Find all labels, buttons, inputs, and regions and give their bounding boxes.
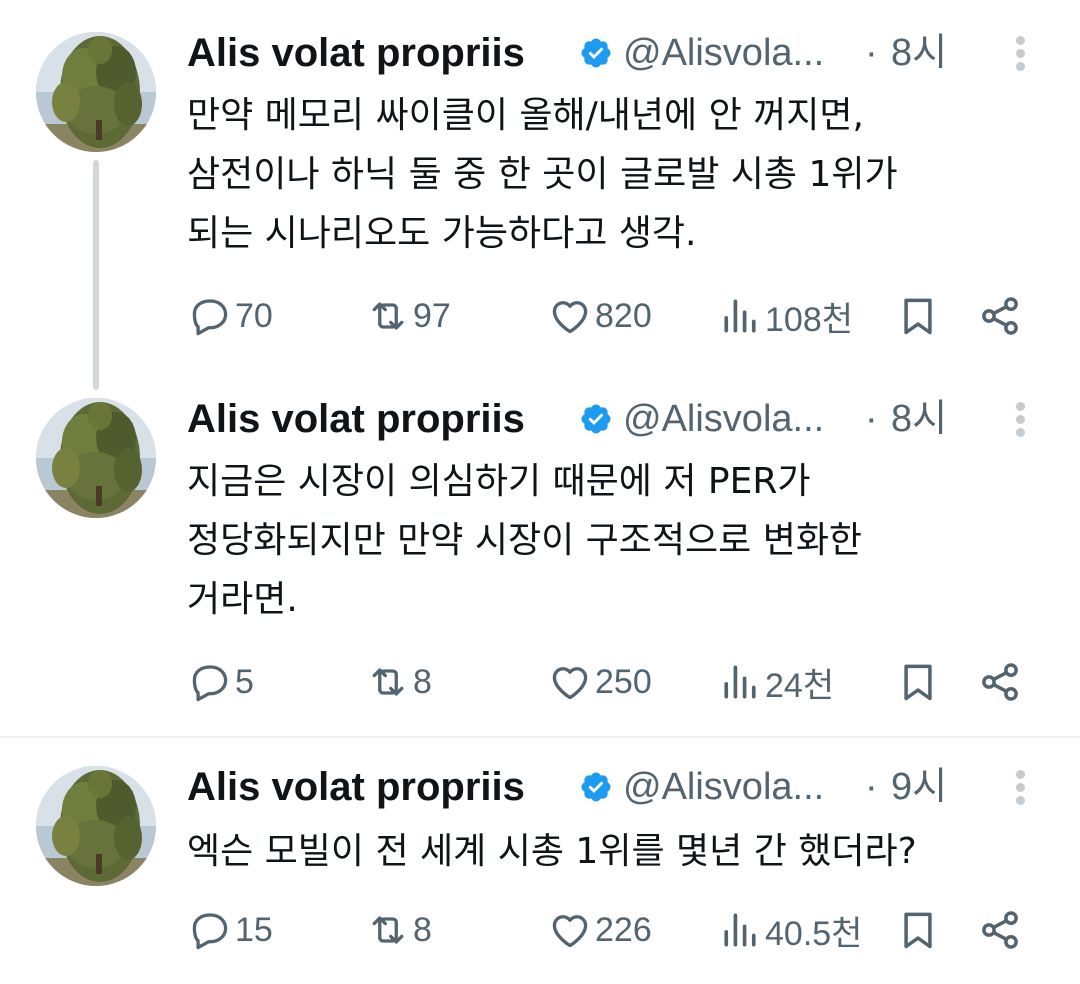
separator-dot: · xyxy=(865,398,878,440)
avatar[interactable] xyxy=(36,32,156,152)
retweet-button[interactable]: 8 xyxy=(366,900,432,960)
author-name[interactable]: Alis volat propriis xyxy=(187,396,525,442)
verified-badge-icon xyxy=(581,772,611,802)
timestamp[interactable]: 8시 xyxy=(891,396,947,442)
views-button[interactable]: 108천 xyxy=(718,286,853,346)
tweet-header: Alis volat propriis @Alisvola... · 8시 xyxy=(187,396,987,442)
heart-icon xyxy=(552,915,588,948)
author-handle[interactable]: @Alisvola... xyxy=(623,30,824,76)
share-button[interactable] xyxy=(978,286,1022,346)
bookmark-icon xyxy=(904,298,932,335)
share-icon xyxy=(982,663,1018,701)
tweet-text-line: 만약 메모리 싸이클이 올해/내년에 안 꺼지면, xyxy=(187,95,864,136)
views-bar-chart-icon xyxy=(724,665,756,699)
more-options-icon[interactable] xyxy=(1008,402,1032,452)
bookmark-icon xyxy=(904,664,932,701)
tweet-text: 엑슨 모빌이 전 세계 시총 1위를 몇년 간 했더라? xyxy=(187,822,1027,881)
author-name[interactable]: Alis volat propriis xyxy=(187,764,525,810)
avatar[interactable] xyxy=(36,398,156,518)
bookmark-button[interactable] xyxy=(896,652,940,712)
like-button[interactable]: 820 xyxy=(548,286,652,346)
separator-dot: · xyxy=(865,32,878,74)
tweet-text-line: 삼전이나 하닉 둘 중 한 곳이 글로발 시총 1위가 xyxy=(187,154,898,195)
tweet-text-line: 거라면. xyxy=(187,579,298,620)
reply-button[interactable]: 5 xyxy=(188,652,254,712)
more-options-icon[interactable] xyxy=(1008,36,1032,86)
author-name[interactable]: Alis volat propriis xyxy=(187,30,525,76)
tweet-text-line: 지금은 시장이 의심하기 때문에 저 PER가 xyxy=(187,461,811,502)
like-count: 250 xyxy=(595,662,652,701)
heart-icon xyxy=(552,301,588,334)
retweet-icon xyxy=(372,916,404,944)
views-bar-chart-icon xyxy=(724,913,756,947)
tweet-1[interactable]: Alis volat propriis @Alisvola... · 8시 만약… xyxy=(0,0,1080,390)
reply-button[interactable]: 70 xyxy=(188,286,273,346)
tweet-text: 만약 메모리 싸이클이 올해/내년에 안 꺼지면, 삼전이나 하닉 둘 중 한 … xyxy=(187,86,1027,263)
thread-connector-line xyxy=(93,160,99,390)
tweet-text-line: 되는 시나리오도 가능하다고 생각. xyxy=(187,213,697,254)
share-button[interactable] xyxy=(978,652,1022,712)
timeline: { "colors": { "text": "#0f1419", "second… xyxy=(0,0,1080,984)
timestamp[interactable]: 9시 xyxy=(891,764,947,810)
action-bar: 70 97 820 108천 xyxy=(0,286,1080,346)
view-count: 40.5천 xyxy=(765,914,863,953)
views-button[interactable]: 40.5천 xyxy=(718,900,862,960)
retweet-icon xyxy=(372,302,404,330)
verified-badge-icon xyxy=(581,404,611,434)
view-count: 24천 xyxy=(765,666,835,705)
avatar[interactable] xyxy=(36,766,156,886)
retweet-count: 97 xyxy=(413,296,451,335)
heart-icon xyxy=(552,667,588,700)
tweet-header: Alis volat propriis @Alisvola... · 9시 xyxy=(187,764,987,810)
verified-badge-icon xyxy=(581,38,611,68)
action-bar: 15 8 226 40.5천 xyxy=(0,900,1080,960)
reply-button[interactable]: 15 xyxy=(188,900,273,960)
share-icon xyxy=(982,911,1018,949)
views-button[interactable]: 24천 xyxy=(718,652,834,712)
separator-dot: · xyxy=(865,766,878,808)
tweet-2[interactable]: Alis volat propriis @Alisvola... · 8시 지금… xyxy=(0,380,1080,736)
bookmark-button[interactable] xyxy=(896,900,940,960)
reply-count: 5 xyxy=(235,662,254,701)
timestamp[interactable]: 8시 xyxy=(891,30,947,76)
reply-count: 15 xyxy=(235,910,273,949)
tweet-3[interactable]: Alis volat propriis @Alisvola... · 9시 엑슨… xyxy=(0,738,1080,984)
tweet-text-line: 정당화되지만 만약 시장이 구조적으로 변화한 xyxy=(187,520,863,561)
like-count: 226 xyxy=(595,910,652,949)
like-button[interactable]: 250 xyxy=(548,652,652,712)
bookmark-icon xyxy=(904,912,932,949)
more-options-icon[interactable] xyxy=(1008,770,1032,820)
tweet-text-line: 엑슨 모빌이 전 세계 시총 1위를 몇년 간 했더라? xyxy=(187,831,917,872)
reply-count: 70 xyxy=(235,296,273,335)
author-handle[interactable]: @Alisvola... xyxy=(623,764,824,810)
like-count: 820 xyxy=(595,296,652,335)
retweet-button[interactable]: 8 xyxy=(366,652,432,712)
retweet-count: 8 xyxy=(413,910,432,949)
reply-icon xyxy=(192,299,228,336)
reply-icon xyxy=(192,913,228,950)
action-bar: 5 8 250 24천 xyxy=(0,652,1080,712)
tweet-header: Alis volat propriis @Alisvola... · 8시 xyxy=(187,30,987,76)
tweet-text: 지금은 시장이 의심하기 때문에 저 PER가 정당화되지만 만약 시장이 구조… xyxy=(187,452,1027,629)
author-handle[interactable]: @Alisvola... xyxy=(623,396,824,442)
retweet-icon xyxy=(372,668,404,696)
retweet-button[interactable]: 97 xyxy=(366,286,451,346)
share-icon xyxy=(982,297,1018,335)
views-bar-chart-icon xyxy=(724,299,756,333)
share-button[interactable] xyxy=(978,900,1022,960)
reply-icon xyxy=(192,665,228,702)
bookmark-button[interactable] xyxy=(896,286,940,346)
view-count: 108천 xyxy=(765,300,854,339)
like-button[interactable]: 226 xyxy=(548,900,652,960)
retweet-count: 8 xyxy=(413,662,432,701)
